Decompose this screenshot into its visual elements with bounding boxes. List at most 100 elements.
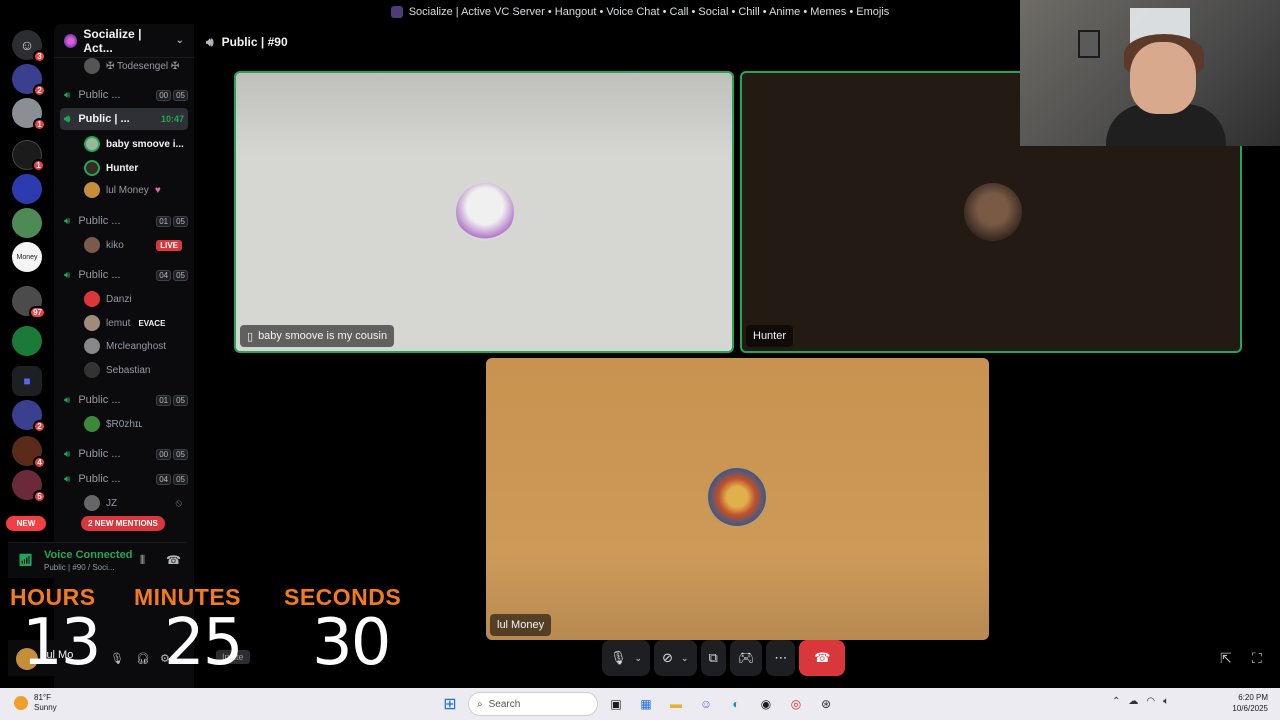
video-tile[interactable]: lul Money — [486, 358, 989, 640]
microphone-icon[interactable]: 🎙︎ — [110, 652, 124, 665]
list-item[interactable]: Danzi — [84, 289, 188, 309]
voice-channel[interactable]: 🔊︎ Public ... 00 05 — [60, 443, 188, 465]
speaker-icon: 🔊︎ — [64, 89, 71, 101]
more-icon: ⋯ — [774, 650, 788, 665]
list-item[interactable]: Sebastian — [84, 360, 188, 380]
voice-channel[interactable]: 🔊︎ Public ... 04 05 — [60, 468, 188, 490]
list-item[interactable]: kiko LIVE — [84, 235, 188, 255]
speaker-icon: 🔊︎ — [206, 34, 214, 49]
server-icon[interactable] — [12, 174, 42, 204]
leave-call-button[interactable]: ☎ — [799, 640, 846, 676]
store-icon[interactable]: ▦ — [634, 692, 658, 716]
server-icon — [390, 6, 403, 18]
tile-label: ▯ baby smoove is my cousin — [240, 325, 395, 347]
chevron-down-icon: ⌄ — [175, 35, 184, 46]
list-item[interactable]: ✠ Todesengel ✠ — [84, 56, 188, 76]
app-icon[interactable]: ◉ — [754, 692, 778, 716]
server-icon[interactable] — [12, 326, 42, 356]
seconds-value: 30 — [312, 606, 391, 680]
task-view-icon[interactable]: ▣ — [604, 692, 628, 716]
server-icon[interactable]: 4 — [12, 436, 46, 469]
folder-icon[interactable]: ■ — [12, 366, 42, 396]
hang-up-icon: ☎ — [814, 650, 831, 665]
taskbar-apps: ⊞ ⌕ Search ▣ ▦ ▬ ☺ ◐ ◉ ◎ ⊛ — [438, 692, 838, 716]
microphone-button[interactable]: 🎙︎ ⌄ — [602, 640, 651, 676]
search-input[interactable]: ⌕ Search — [468, 692, 598, 716]
fullscreen-icon[interactable]: ⛶ — [1252, 650, 1262, 667]
wifi-icon[interactable]: ◠ — [1146, 696, 1155, 707]
more-button[interactable]: ⋯ — [766, 640, 796, 676]
headphones-icon[interactable]: 🎧︎ — [136, 652, 150, 665]
server-icon[interactable]: 2 — [12, 400, 46, 433]
call-channel-name: Public | #90 — [221, 35, 288, 49]
steam-icon[interactable]: ⊛ — [814, 692, 838, 716]
live-badge: LIVE — [156, 239, 182, 251]
cloud-icon[interactable]: ☁ — [1128, 696, 1138, 707]
server-icon[interactable]: 5 — [12, 470, 46, 503]
list-item[interactable]: Hunter — [84, 158, 188, 178]
server-header[interactable]: Socialize | Act... ⌄ — [54, 24, 194, 58]
voice-channel-path[interactable]: Public | #90 / Soci... — [44, 563, 115, 572]
chrome-icon[interactable]: ◎ — [784, 692, 808, 716]
taskbar: 81°F Sunny ⊞ ⌕ Search ▣ ▦ ▬ ☺ ◐ ◉ ◎ ⊛ ⌃ ☁… — [0, 688, 1280, 720]
speaker-icon: 🔊︎ — [64, 269, 71, 281]
discord-icon[interactable]: ☺ — [694, 692, 718, 716]
volume-icon[interactable]: 🔈︎ — [1163, 696, 1169, 707]
list-item[interactable]: $R0zhɪʟ — [84, 414, 188, 434]
badge: 2 — [33, 84, 46, 97]
file-explorer-icon[interactable]: ▬ — [664, 692, 688, 716]
weather-icon[interactable] — [14, 696, 28, 710]
weather-widget[interactable]: 81°F Sunny — [34, 693, 57, 713]
voice-channel[interactable]: 🔊︎ Public ... 04 05 — [60, 264, 188, 286]
avatar — [84, 237, 100, 253]
server-icon[interactable]: 2 — [12, 64, 46, 97]
edge-icon[interactable]: ◐ — [724, 692, 748, 716]
noise-suppression-icon[interactable]: ⫴ — [140, 553, 145, 568]
tile-label: lul Money — [490, 614, 552, 636]
list-item[interactable]: Mrcleanghost — [84, 336, 188, 356]
minutes-value: 25 — [164, 606, 243, 680]
window-title: Socialize | Active VC Server • Hangout •… — [408, 6, 890, 18]
list-item[interactable]: lul Money ♥ — [84, 180, 188, 200]
list-item[interactable]: baby smoove i... — [84, 134, 188, 154]
server-icon[interactable]: 1 — [12, 140, 45, 172]
server-icon[interactable]: Money — [12, 242, 42, 272]
voice-channel-active[interactable]: 🔊︎ Public | ... 10:47 — [60, 108, 188, 130]
video-tile[interactable]: ▯ baby smoove is my cousin — [234, 71, 734, 353]
activity-button[interactable]: 🎮︎ — [729, 640, 763, 676]
picture-frame — [1078, 30, 1100, 58]
voice-connected-panel: 📶︎ Voice Connected Public | #90 / Soci..… — [8, 542, 186, 578]
disconnect-icon[interactable]: ☎ — [166, 553, 181, 567]
list-item[interactable]: JZ ⦸ — [84, 493, 188, 513]
person-head — [1130, 42, 1196, 114]
voice-status[interactable]: Voice Connected — [44, 549, 132, 561]
signal-icon[interactable]: 📶︎ — [18, 553, 33, 567]
server-icon[interactable] — [12, 208, 42, 238]
popout-icon[interactable]: ⇱ — [1220, 650, 1232, 667]
server-icon[interactable]: 97 — [12, 286, 46, 319]
webcam-overlay — [1020, 0, 1280, 146]
mobile-icon: ▯ — [247, 330, 254, 343]
emoji-icon: ♥ — [154, 184, 161, 196]
chevron-up-icon[interactable]: ⌃ — [1112, 696, 1120, 707]
new-mentions-button[interactable]: 2 NEW MENTIONS — [81, 516, 165, 531]
screen-share-button[interactable]: ⧉ — [700, 640, 726, 676]
list-item[interactable]: lemut EVACE — [84, 313, 188, 333]
voice-channel[interactable]: 🔊︎ Public ... 01 05 — [60, 389, 188, 411]
server-logo-icon — [64, 33, 78, 48]
clock[interactable]: 6:20 PM 10/6/2025 — [1216, 692, 1268, 714]
new-pill[interactable]: NEW — [6, 516, 46, 531]
clan-tag: EVACE — [138, 318, 166, 328]
discord-home-icon[interactable]: ☺ 3 — [12, 30, 46, 63]
avatar — [84, 495, 100, 511]
windows-start-icon[interactable]: ⊞ — [438, 692, 462, 716]
voice-channel[interactable]: 🔊︎ Public ... 01 05 — [60, 210, 188, 232]
mute-icon: ⦸ — [175, 497, 182, 509]
avatar — [84, 362, 100, 378]
speaker-icon: 🔊︎ — [64, 473, 71, 485]
server-icon[interactable]: 1 — [12, 98, 46, 131]
voice-channel[interactable]: 🔊︎ Public ... 00 05 — [60, 84, 188, 106]
camera-button[interactable]: ⊘ ⌄ — [654, 640, 697, 676]
system-tray: ⌃ ☁ ◠ 🔈︎ — [1112, 696, 1169, 707]
chevron-down-icon: ⌄ — [634, 652, 643, 663]
